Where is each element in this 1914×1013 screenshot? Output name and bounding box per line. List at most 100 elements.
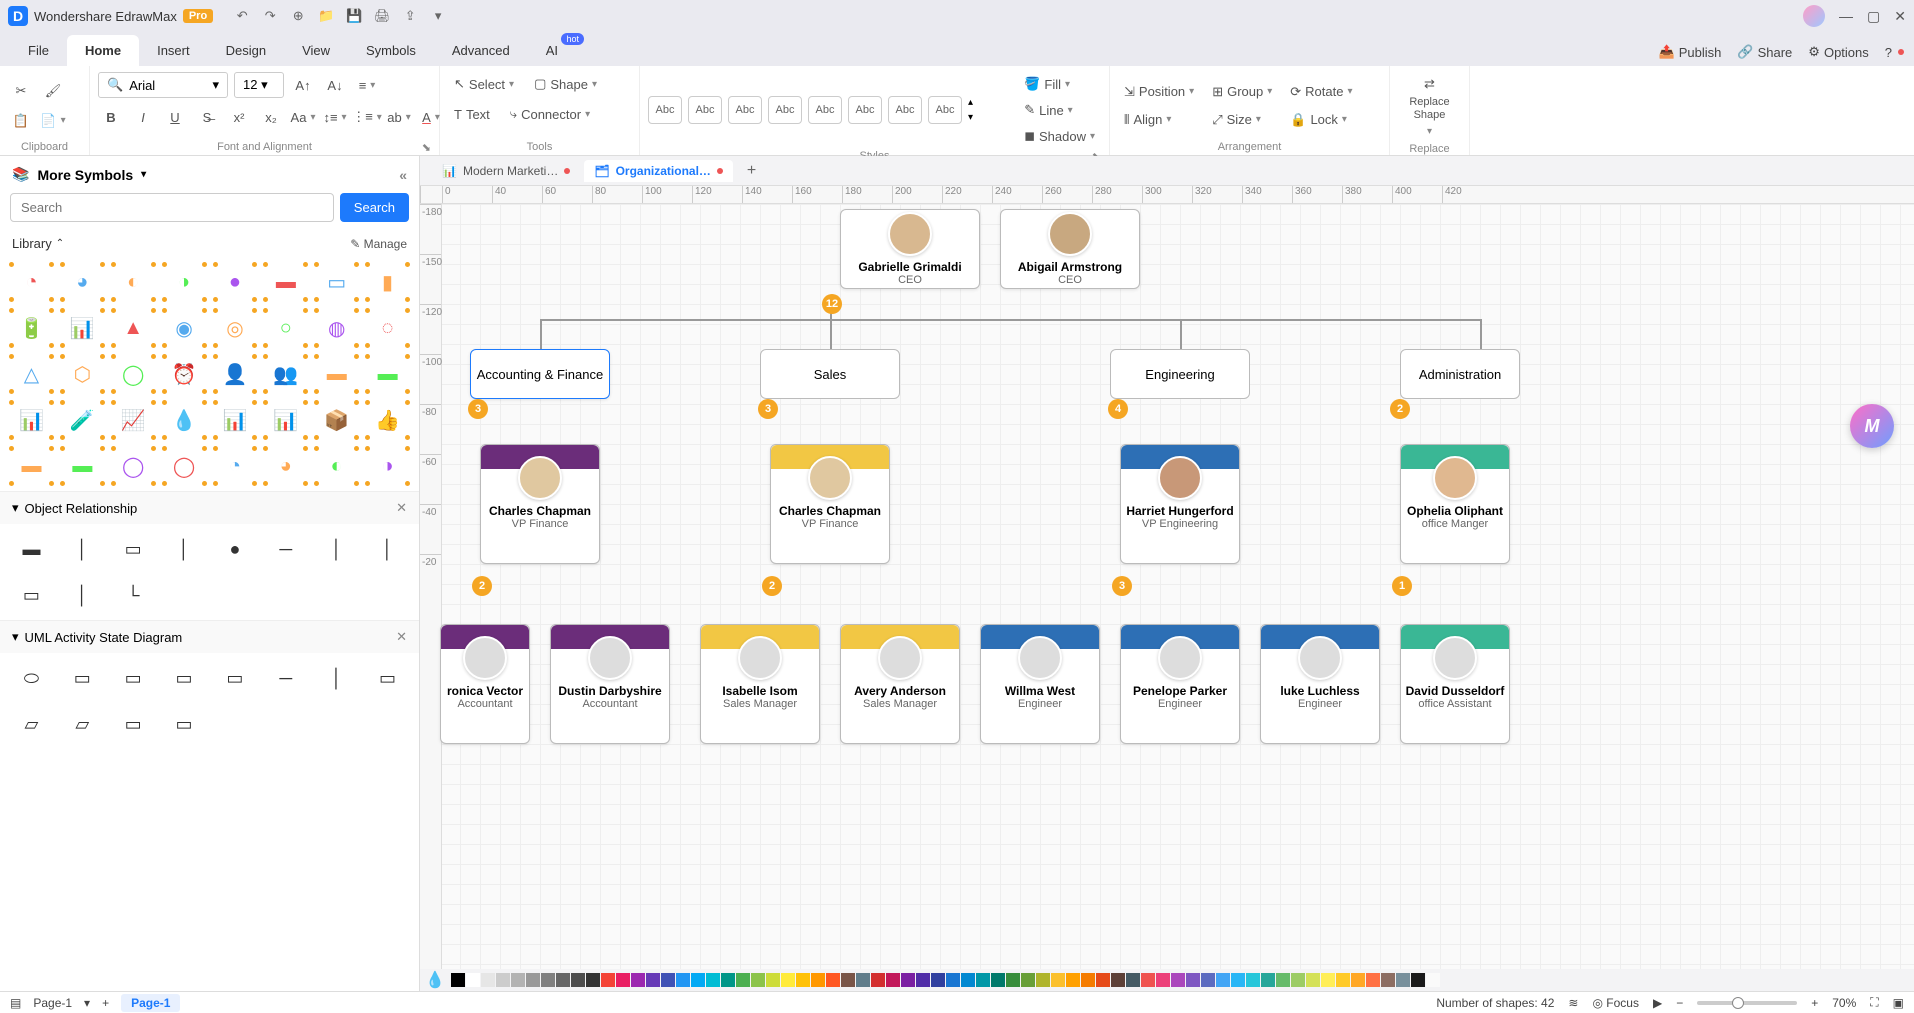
org-node-vp[interactable]: Ophelia Oliphant office Manger	[1400, 444, 1510, 564]
presentation-icon[interactable]: ▶	[1653, 996, 1662, 1010]
org-node-employee[interactable]: luke LuchlessEngineer	[1260, 624, 1380, 744]
color-swatch[interactable]	[1141, 973, 1155, 987]
shape-thumbnail[interactable]: ◕	[262, 445, 309, 487]
color-swatch[interactable]	[466, 973, 480, 987]
color-swatch[interactable]	[1036, 973, 1050, 987]
add-page-button[interactable]: +	[102, 996, 109, 1010]
shape-thumbnail[interactable]: ▱	[8, 703, 55, 743]
color-swatch[interactable]	[616, 973, 630, 987]
shape-thumbnail[interactable]: ▭	[110, 657, 157, 699]
color-swatch[interactable]	[1156, 973, 1170, 987]
shape-thumbnail[interactable]: ▲	[110, 307, 157, 349]
shape-thumbnail[interactable]: │	[313, 528, 360, 570]
dialog-launcher-icon[interactable]: ⬊	[422, 141, 431, 154]
save-icon[interactable]: 💾	[345, 8, 363, 24]
zoom-value[interactable]: 70%	[1832, 996, 1856, 1010]
user-avatar[interactable]	[1803, 5, 1825, 27]
color-swatch[interactable]	[661, 973, 675, 987]
canvas[interactable]: -180-150-120-100-80-60-40-20 Gabrielle G…	[420, 204, 1914, 969]
color-swatch[interactable]	[1216, 973, 1230, 987]
org-node-dept-admin[interactable]: Administration	[1400, 349, 1520, 399]
tab-organizational[interactable]: 🗂Organizational…	[584, 160, 733, 182]
shape-thumbnail[interactable]: ◌	[364, 307, 411, 349]
color-swatch[interactable]	[1186, 973, 1200, 987]
close-icon[interactable]: ✕	[396, 629, 407, 645]
color-swatch[interactable]	[1351, 973, 1365, 987]
color-swatch[interactable]	[841, 973, 855, 987]
shape-thumbnail[interactable]: ▭	[161, 657, 208, 699]
shape-thumbnail[interactable]: 💧	[161, 399, 208, 441]
shape-thumbnail[interactable]: ▭	[110, 528, 157, 570]
color-swatch[interactable]	[676, 973, 690, 987]
print-icon[interactable]: 🖨	[373, 8, 391, 24]
org-node-employee[interactable]: Isabelle IsomSales Manager	[700, 624, 820, 744]
case-icon[interactable]: Aa	[290, 104, 316, 130]
menu-view[interactable]: View	[284, 35, 348, 66]
shape-thumbnail[interactable]: 📊	[262, 399, 309, 441]
color-swatch[interactable]	[1246, 973, 1260, 987]
color-swatch[interactable]	[1171, 973, 1185, 987]
shape-thumbnail[interactable]: ▭	[313, 261, 360, 303]
color-swatch[interactable]	[991, 973, 1005, 987]
org-node-dept-finance[interactable]: Accounting & Finance	[470, 349, 610, 399]
color-swatch[interactable]	[1096, 973, 1110, 987]
color-swatch[interactable]	[721, 973, 735, 987]
minimize-icon[interactable]: —	[1839, 8, 1853, 25]
shadow-button[interactable]: ◼ Shadow	[1018, 124, 1101, 148]
color-swatch[interactable]	[811, 973, 825, 987]
shape-thumbnail[interactable]: ◉	[161, 307, 208, 349]
org-node-employee[interactable]: ronica VectorAccountant	[440, 624, 530, 744]
shape-thumbnail[interactable]: │	[313, 657, 360, 699]
page-tab[interactable]: Page-1	[121, 994, 180, 1012]
style-preset[interactable]: Abc	[848, 96, 882, 124]
increase-font-icon[interactable]: A↑	[290, 72, 316, 98]
shape-thumbnail[interactable]: ◔	[212, 445, 259, 487]
group-button[interactable]: ⊞ Group	[1206, 80, 1278, 104]
line-spacing-icon[interactable]: ↕≡	[322, 104, 348, 130]
color-swatch[interactable]	[826, 973, 840, 987]
color-swatch[interactable]	[946, 973, 960, 987]
shape-thumbnail[interactable]: 📦	[313, 399, 360, 441]
page-list-icon[interactable]: ▤	[10, 996, 21, 1010]
org-node-vp[interactable]: Charles Chapman VP Finance	[770, 444, 890, 564]
shape-thumbnail[interactable]: ◎	[212, 307, 259, 349]
copy-icon[interactable]: 📋	[8, 108, 34, 134]
shape-thumbnail[interactable]: 🧪	[59, 399, 106, 441]
qat-more-icon[interactable]: ▾	[429, 8, 447, 24]
shape-thumbnail[interactable]: │	[59, 528, 106, 570]
color-swatch[interactable]	[961, 973, 975, 987]
color-swatch[interactable]	[601, 973, 615, 987]
color-swatch[interactable]	[1201, 973, 1215, 987]
color-swatch[interactable]	[1066, 973, 1080, 987]
shape-thumbnail[interactable]: ◯	[110, 445, 157, 487]
shape-thumbnail[interactable]: ─	[262, 528, 309, 570]
shape-thumbnail[interactable]: ◐	[110, 261, 157, 303]
color-swatch[interactable]	[796, 973, 810, 987]
color-swatch[interactable]	[511, 973, 525, 987]
org-node-dept-engineering[interactable]: Engineering	[1110, 349, 1250, 399]
menu-home[interactable]: Home	[67, 35, 139, 66]
org-node-dept-sales[interactable]: Sales	[760, 349, 900, 399]
ai-assistant-button[interactable]: M	[1850, 404, 1894, 448]
text-align-icon[interactable]: ≡	[354, 72, 380, 98]
chevron-down-icon[interactable]: ▾	[141, 169, 146, 180]
menu-design[interactable]: Design	[208, 35, 284, 66]
add-tab-button[interactable]: +	[737, 158, 766, 184]
style-preset[interactable]: Abc	[648, 96, 682, 124]
export-icon[interactable]: ⇪	[401, 8, 419, 24]
shape-thumbnail[interactable]: 👥	[262, 353, 309, 395]
color-swatch[interactable]	[856, 973, 870, 987]
color-swatch[interactable]	[781, 973, 795, 987]
zoom-in-button[interactable]: +	[1811, 996, 1818, 1010]
lock-button[interactable]: 🔒 Lock	[1284, 108, 1358, 132]
page-dropdown-icon[interactable]: ▾	[84, 996, 90, 1010]
shape-thumbnail[interactable]: ◯	[161, 445, 208, 487]
manage-button[interactable]: ✎ Manage	[350, 237, 407, 251]
superscript-icon[interactable]: x²	[226, 104, 252, 130]
style-preset[interactable]: Abc	[808, 96, 842, 124]
color-swatch[interactable]	[1006, 973, 1020, 987]
color-swatch[interactable]	[736, 973, 750, 987]
color-swatch[interactable]	[1426, 973, 1440, 987]
close-icon[interactable]: ✕	[1894, 8, 1906, 25]
font-family-combo[interactable]: 🔍 Arial ▾	[98, 72, 228, 98]
